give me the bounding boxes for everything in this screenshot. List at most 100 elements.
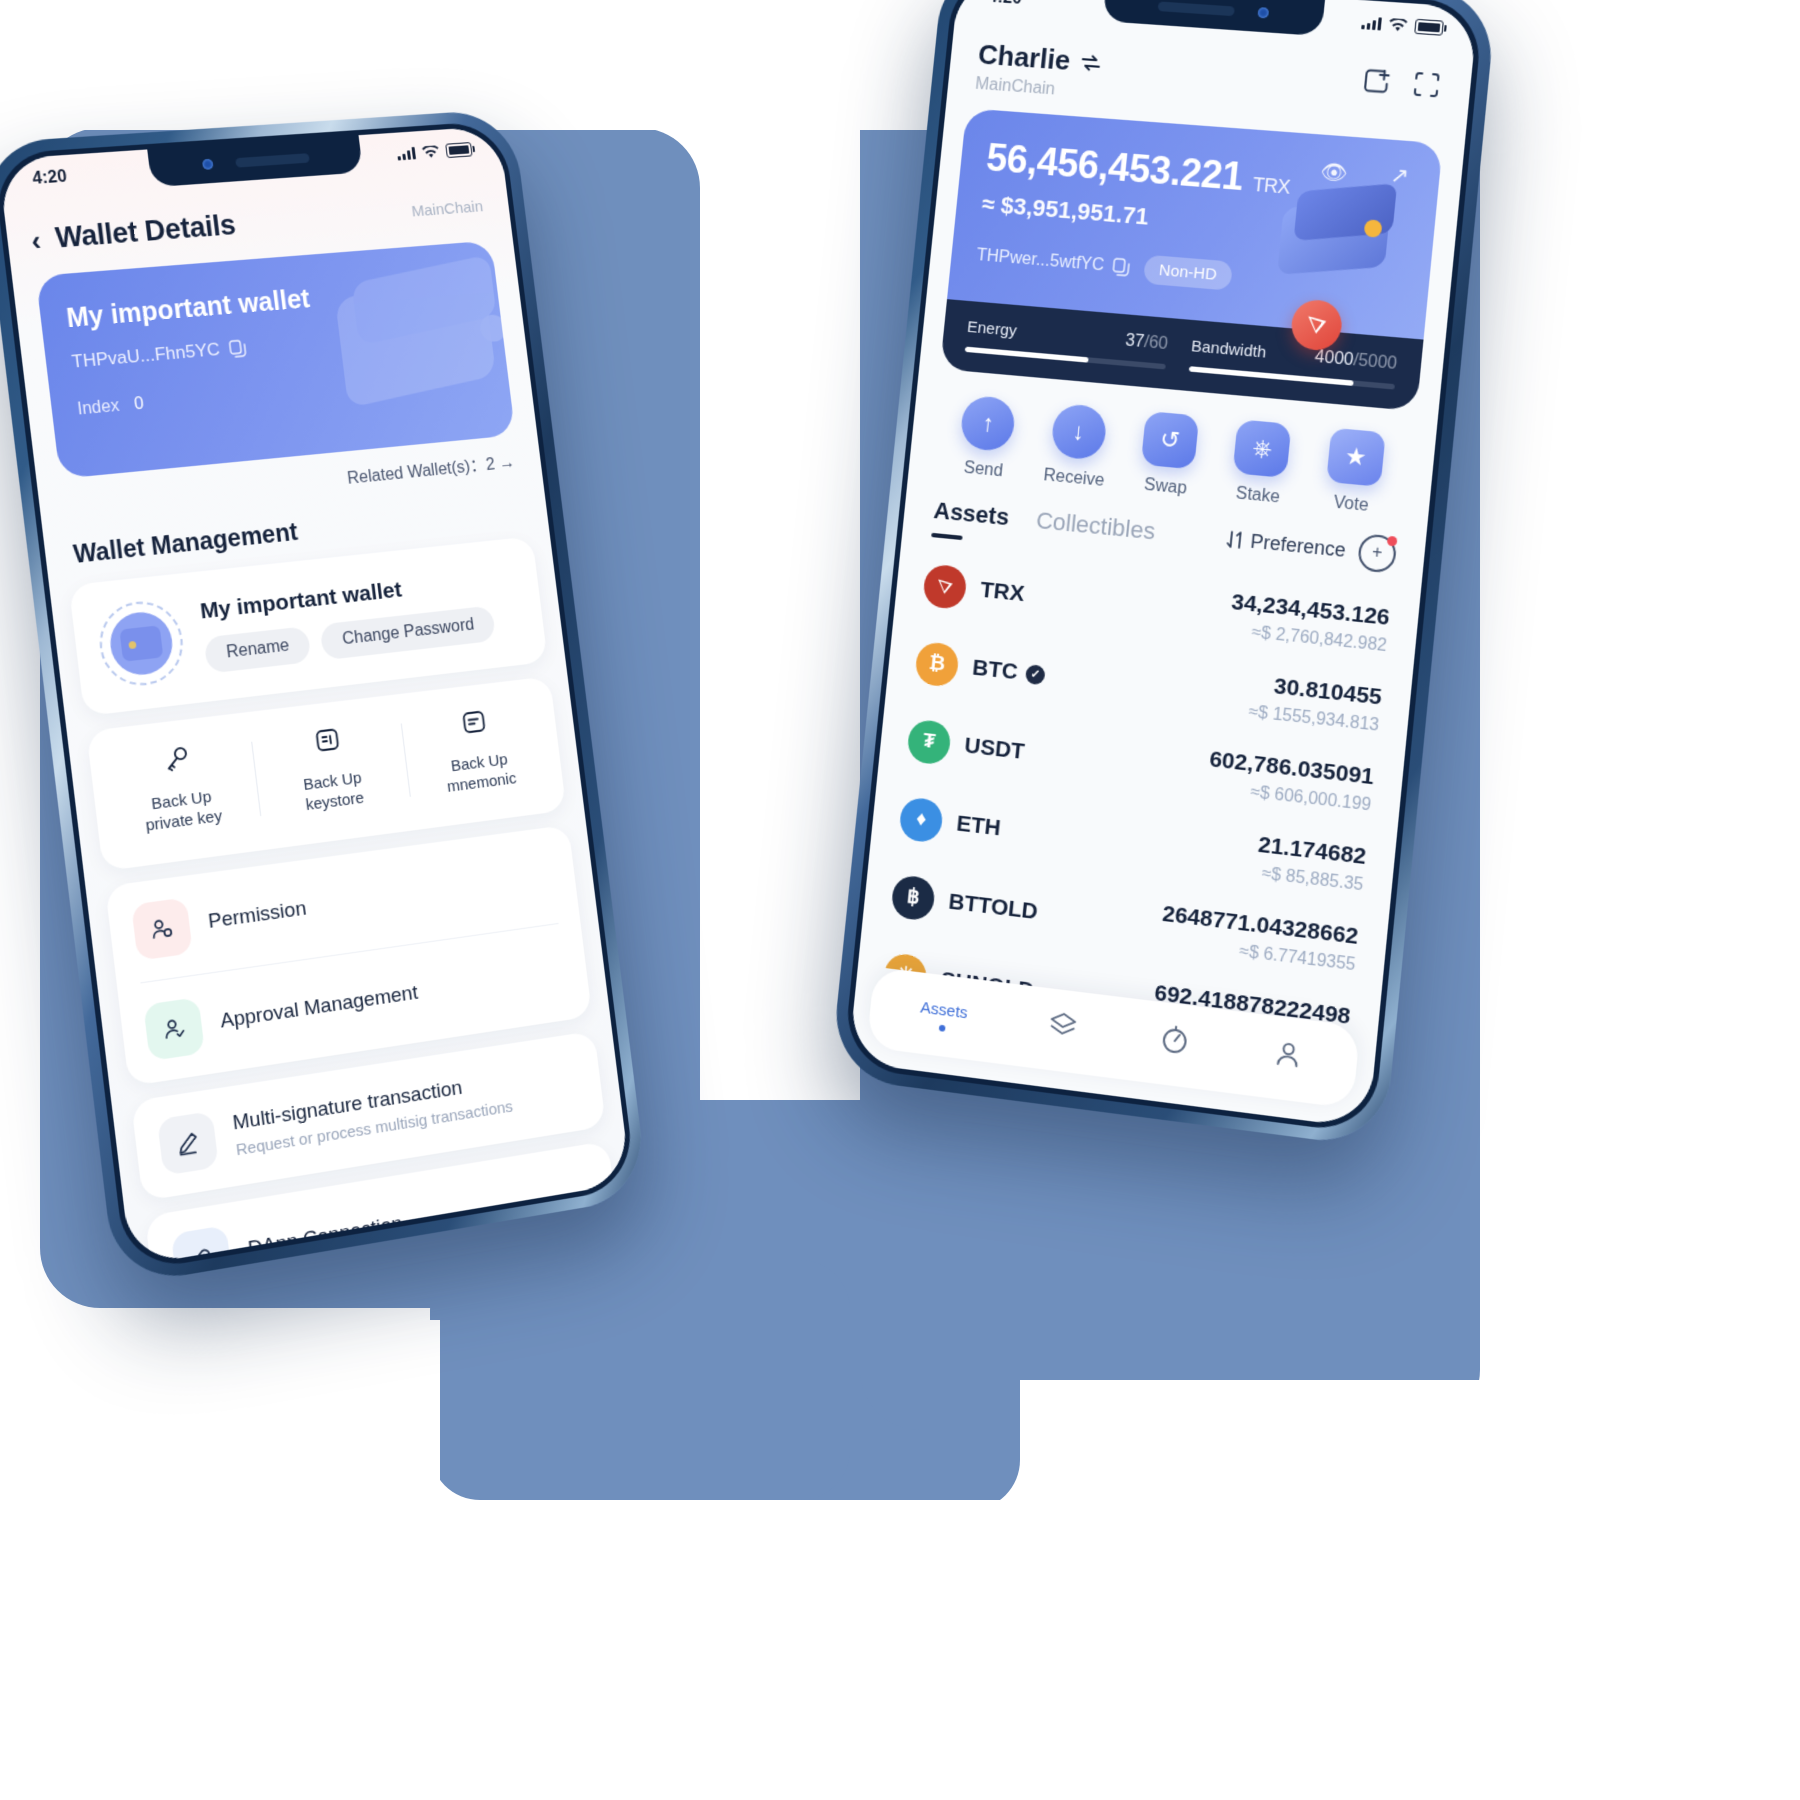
rename-button[interactable]: Rename [203, 625, 313, 674]
add-wallet-icon[interactable] [1360, 65, 1393, 97]
arrow-up-icon: ↑ [959, 394, 1017, 453]
resource-label: Bandwidth [1190, 337, 1268, 362]
key-icon [104, 736, 248, 785]
wallet-address: THPwer...5wtfYC [975, 245, 1106, 275]
sort-icon [1226, 529, 1245, 550]
account-switcher[interactable]: Charlie [977, 38, 1104, 80]
back-icon[interactable]: ‹ [29, 224, 42, 257]
resource-used: 37 [1124, 331, 1146, 352]
action-vote[interactable]: ★ Vote [1303, 426, 1405, 519]
wifi-icon [1389, 17, 1408, 31]
status-time: 4:20 [31, 167, 68, 189]
backup-private-key-button[interactable]: Back Up private key [98, 735, 262, 841]
action-stake[interactable]: ⎈ Stake [1210, 418, 1311, 511]
coin-icon-eth: ♦ [898, 795, 945, 844]
speaker-grill [1157, 0, 1235, 16]
background-mask [700, 0, 860, 1100]
battery-icon [445, 142, 473, 159]
change-password-button[interactable]: Change Password [319, 605, 497, 661]
nav-item-layers[interactable] [1044, 1008, 1080, 1052]
mnemonic-icon [406, 700, 543, 747]
approval-icon [143, 996, 205, 1061]
nav-item-profile[interactable] [1270, 1036, 1307, 1081]
coin-icon-trx [922, 562, 968, 610]
account-block[interactable]: Charlie MainChain [974, 38, 1103, 103]
phone-bezel: 4:20 C [842, 0, 1485, 1135]
page-title: ‹ Wallet Details [29, 209, 237, 257]
mockup-stage: 4:20 ‹ Wallet Details MainChain My impor… [0, 0, 1800, 1800]
wallet-index-value: 0 [133, 394, 145, 414]
preference-label: Preference [1249, 529, 1347, 561]
background-mask [40, 1320, 440, 1520]
page-title-text: Wallet Details [53, 208, 238, 254]
asset-symbol: BTC [971, 654, 1019, 685]
status-time: 4:20 [987, 0, 1022, 9]
header-actions [1360, 65, 1443, 101]
asset-symbol: BTTOLD [947, 888, 1040, 924]
signal-icon [1361, 16, 1382, 31]
resource-energy: Energy 37/60 [964, 317, 1169, 370]
switch-icon[interactable] [1080, 52, 1103, 73]
camera-dot-icon [1257, 7, 1270, 19]
action-label: Send [962, 458, 1004, 481]
permission-icon [130, 896, 193, 961]
resource-label: Energy [966, 317, 1018, 341]
resource-fill [1188, 366, 1354, 386]
status-indicators [396, 142, 473, 162]
copy-icon[interactable] [228, 338, 247, 357]
coin-icon-btc: ₿ [914, 640, 961, 688]
action-label: Receive [1042, 466, 1106, 491]
coin-icon-bttold: ฿ [890, 873, 937, 922]
wallet-index-label: Index [76, 396, 121, 419]
coin-icon-usdt: ₮ [906, 717, 953, 766]
asset-symbol: TRX [979, 576, 1026, 606]
signal-icon [397, 146, 417, 161]
preference-button[interactable]: Preference [1226, 528, 1347, 562]
copy-icon[interactable] [1112, 257, 1131, 277]
resource-fill [964, 346, 1090, 363]
add-token-icon[interactable]: + [1356, 533, 1398, 574]
wallet-home-screen: 4:20 C [848, 0, 1479, 1129]
nav-label-assets: Assets [919, 997, 969, 1023]
asset-symbol: ETH [955, 810, 1002, 841]
action-label: Swap [1143, 475, 1188, 498]
balance-unit: TRX [1251, 173, 1291, 199]
shield-icon: ⎈ [1232, 419, 1293, 479]
backup-keystore-button[interactable]: Back Up keystore [251, 717, 410, 822]
scan-icon[interactable] [1410, 68, 1443, 100]
wallet-home-body: Charlie MainChain 👁 ↗ 56,456,453.221 TRX… [848, 0, 1479, 1129]
phone-right: 4:20 C [829, 0, 1498, 1149]
wallet-address: THPvaU...Fhn5YC [70, 339, 221, 372]
keystore-icon [257, 718, 398, 766]
asset-list: TRX 34,234,453.126 ≈$ 2,760,842.982 ₿ BT… [858, 526, 1422, 1029]
camera-dot-icon [201, 158, 214, 170]
wifi-icon [421, 144, 439, 158]
swap-icon: ↺ [1140, 410, 1200, 470]
backup-mnemonic-button[interactable]: Back Up mnemonic [400, 700, 555, 803]
wallet-address-row[interactable]: THPwer...5wtfYC [976, 246, 1131, 278]
verified-icon: ✓ [1025, 663, 1046, 685]
background-mask [1020, 1380, 1480, 1540]
action-send[interactable]: ↑ Send [937, 393, 1036, 484]
action-receive[interactable]: ↓ Receive [1027, 401, 1126, 493]
nav-item-compass[interactable] [1156, 1022, 1192, 1066]
resource-total: 60 [1148, 333, 1169, 354]
action-swap[interactable]: ↺ Swap [1118, 409, 1218, 501]
link-icon [170, 1224, 233, 1267]
resource-used: 4000 [1314, 347, 1355, 370]
background-mask [0, 1500, 1800, 1800]
background-blob [430, 1260, 850, 1500]
compass-icon [1157, 1022, 1192, 1059]
menu-label-permission: Permission [206, 896, 308, 933]
network-label: MainChain [410, 197, 484, 221]
nav-item-assets[interactable]: Assets [919, 996, 969, 1034]
wallet-illustration-icon [312, 248, 515, 442]
speaker-grill [235, 152, 310, 168]
nav-active-dot [938, 1024, 946, 1032]
tab-assets[interactable]: Assets [932, 497, 1011, 532]
layers-icon [1045, 1008, 1080, 1044]
resource-total: 5000 [1357, 351, 1398, 374]
account-name: Charlie [976, 38, 1072, 77]
resource-bandwidth: Bandwidth 4000/5000 [1188, 337, 1398, 390]
asset-symbol-row: BTC ✓ [971, 655, 1046, 688]
